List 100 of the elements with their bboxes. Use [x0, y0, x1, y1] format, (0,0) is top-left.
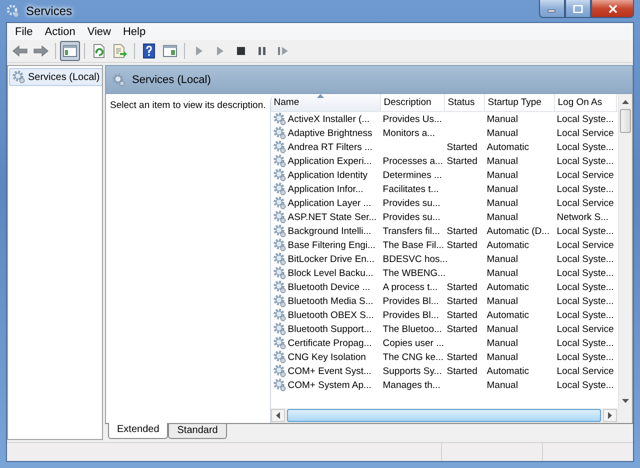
service-icon	[272, 350, 287, 364]
scroll-up-icon	[622, 100, 629, 104]
maximize-button[interactable]	[565, 0, 591, 18]
service-row[interactable]: Bluetooth Device ... A process t... Started Automatic Local Syste...	[270, 280, 618, 294]
service-row[interactable]: Application Layer ... Provides su... Manual Local Service	[270, 196, 618, 210]
table-cell: Provides su...	[382, 212, 440, 222]
maximize-icon	[573, 4, 583, 12]
service-row[interactable]: Bluetooth Support... The Bluetoo... Started Manual Local Service	[270, 322, 618, 336]
menu-item[interactable]: Help	[116, 26, 152, 38]
table-cell: ActiveX Installer (...	[288, 114, 370, 124]
service-icon	[272, 322, 287, 336]
service-row[interactable]: COM+ Event Syst... Supports Sy... Started Automatic Local Service	[270, 364, 618, 378]
table-cell: The CNG ke...	[382, 352, 444, 362]
table-cell: The Base Fil...	[382, 240, 444, 250]
table-cell: Local Syste...	[556, 338, 614, 348]
column-header[interactable]: Description	[380, 94, 445, 111]
table-cell: Background Intelli...	[288, 226, 372, 236]
scroll-thumb[interactable]	[286, 409, 601, 422]
table-cell: Manual	[486, 338, 518, 348]
column-header[interactable]: Startup Type	[484, 94, 555, 111]
table-cell: Manual	[486, 198, 518, 208]
table-cell: Local Service	[556, 324, 614, 334]
service-icon	[272, 280, 287, 294]
service-row[interactable]: Application Infor... Facilitates t... Manual Local Syste...	[270, 182, 618, 196]
table-cell: Determines ...	[382, 170, 442, 180]
table-cell: Local Syste...	[556, 296, 614, 306]
table-cell: Certificate Propag...	[288, 338, 372, 348]
menu-item[interactable]: View	[81, 26, 117, 38]
gear-icon	[6, 4, 20, 18]
table-cell: Local Syste...	[556, 226, 614, 236]
table-cell: Local Service	[556, 170, 614, 180]
table-cell: The Bluetoo...	[382, 324, 442, 334]
service-row[interactable]: ActiveX Installer (... Provides Us... Manual Local Syste...	[270, 112, 618, 126]
table-cell: Automatic	[486, 240, 530, 250]
table-cell: Local Syste...	[556, 282, 614, 292]
table-cell: Base Filtering Engi...	[288, 240, 376, 250]
gear-icon	[12, 70, 26, 84]
service-icon	[272, 238, 287, 252]
service-row[interactable]: Adaptive Brightness Monitors a... Manual Local Service	[270, 126, 618, 140]
service-row[interactable]: COM+ System Ap... Manages th... Manual Local Syste...	[270, 378, 618, 392]
scroll-right-icon	[608, 412, 612, 419]
service-icon	[272, 182, 287, 196]
table-cell: Local Syste...	[556, 268, 614, 278]
service-row[interactable]: Certificate Propag... Copies user ... Manual Local Syste...	[270, 336, 618, 350]
service-icon	[272, 154, 287, 168]
table-cell: BDESVC hos...	[382, 254, 448, 264]
table-cell: Provides Bl...	[382, 310, 439, 320]
table-cell: Started	[446, 226, 478, 236]
menu-item[interactable]: File	[9, 26, 39, 38]
close-button[interactable]	[591, 0, 634, 18]
column-header[interactable]: Name	[270, 94, 381, 111]
table-cell: Started	[446, 156, 478, 166]
service-row[interactable]: Block Level Backu... The WBENG... Manual Local Syste...	[270, 266, 618, 280]
panel-title: Services (Local)	[132, 74, 211, 86]
window-pane-icon	[62, 43, 78, 59]
table-cell: A process t...	[382, 282, 438, 292]
scroll-left-icon	[276, 412, 280, 419]
table-cell: Local Syste...	[556, 310, 614, 320]
table-cell: Manual	[486, 128, 518, 138]
column-header[interactable]: Log On As	[554, 94, 617, 111]
service-icon	[272, 196, 287, 210]
service-row[interactable]: Application Identity Determines ... Manual Local Service	[270, 168, 618, 182]
horizontal-scrollbar[interactable]	[270, 408, 632, 423]
view-tab[interactable]: Standard	[168, 424, 227, 439]
table-cell: Manages th...	[382, 380, 440, 390]
service-row[interactable]: Bluetooth Media S... Provides Bl... Started Manual Local Syste...	[270, 294, 618, 308]
service-row[interactable]: CNG Key Isolation The CNG ke... Started Manual Local Syste...	[270, 350, 618, 364]
service-row[interactable]: BitLocker Drive En... BDESVC hos... Manual Local Syste...	[270, 252, 618, 266]
table-cell: Local Service	[556, 128, 614, 138]
table-cell: Manual	[486, 170, 518, 180]
table-cell: Copies user ...	[382, 338, 444, 348]
table-cell: Application Infor...	[288, 184, 364, 194]
service-row[interactable]: Bluetooth OBEX S... Provides Bl... Started Automatic Local Syste...	[270, 308, 618, 322]
scroll-down-icon	[622, 398, 629, 402]
table-cell: Provides Bl...	[382, 296, 439, 306]
service-row[interactable]: Background Intelli... Transfers fil... Started Automatic (D... Local Syste...	[270, 224, 618, 238]
view-tab[interactable]: Extended	[108, 423, 168, 439]
table-cell: Manual	[486, 254, 518, 264]
vertical-scrollbar[interactable]	[618, 94, 632, 408]
tree-item[interactable]: Services (Local)	[9, 68, 102, 86]
minimize-button[interactable]	[539, 0, 565, 18]
service-row[interactable]: Andrea RT Filters ... Started Automatic Local Syste...	[270, 140, 618, 154]
panel-toggle-button[interactable]	[60, 41, 80, 61]
refresh-icon	[91, 43, 107, 59]
table-cell: Bluetooth Media S...	[288, 296, 374, 306]
table-cell: Block Level Backu...	[288, 268, 374, 278]
table-cell: The WBENG...	[382, 268, 446, 278]
service-row[interactable]: Base Filtering Engi... The Base Fil... Started Automatic Local Service	[270, 238, 618, 252]
menu-item[interactable]: Action	[38, 26, 82, 38]
table-cell: Local Syste...	[556, 156, 614, 166]
scroll-thumb[interactable]	[620, 109, 631, 133]
table-cell: Started	[446, 240, 478, 250]
table-cell: Provides su...	[382, 198, 440, 208]
service-row[interactable]: Application Experi... Processes a... Started Manual Local Syste...	[270, 154, 618, 168]
column-header[interactable]: Status	[444, 94, 485, 111]
table-cell: Application Identity	[288, 170, 368, 180]
gear-icon	[112, 72, 126, 86]
service-row[interactable]: ASP.NET State Ser... Provides su... Manual Network S...	[270, 210, 618, 224]
table-cell: Started	[446, 352, 478, 362]
table-cell: Started	[446, 142, 478, 152]
